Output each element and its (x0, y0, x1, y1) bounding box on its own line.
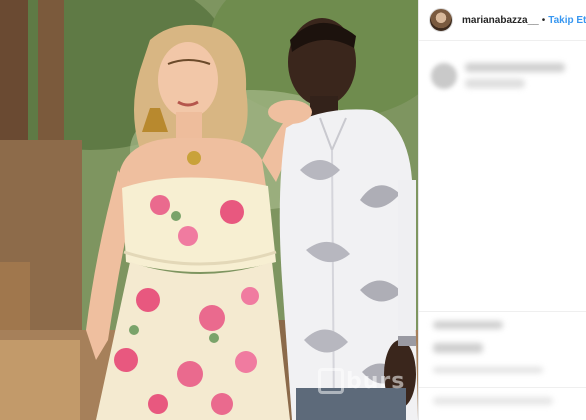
blurred-comment-line (433, 321, 503, 329)
post-header: marianabazza__ • Takip Et (419, 0, 586, 41)
blurred-comment-line (465, 79, 525, 88)
watermark: burs (318, 368, 405, 394)
post-sidebar: marianabazza__ • Takip Et (418, 0, 586, 420)
section-divider (419, 387, 586, 388)
header-separator: • (541, 14, 546, 26)
blurred-comment-line (433, 367, 543, 373)
photo-illustration (0, 0, 418, 420)
blurred-comment-line (433, 343, 483, 353)
section-divider (419, 311, 586, 312)
profile-avatar-icon[interactable] (429, 8, 453, 32)
watermark-text: burs (346, 368, 406, 394)
blurred-comments-area (419, 41, 586, 420)
post-photo[interactable]: burs (0, 0, 418, 420)
watermark-logo-icon (318, 368, 344, 394)
follow-button[interactable]: Takip Et (548, 15, 586, 26)
blurred-comment-line (433, 397, 553, 405)
username-link[interactable]: marianabazza__ (462, 15, 539, 26)
blurred-comment-line (465, 63, 565, 72)
blurred-commenter-avatar-icon (431, 63, 457, 89)
